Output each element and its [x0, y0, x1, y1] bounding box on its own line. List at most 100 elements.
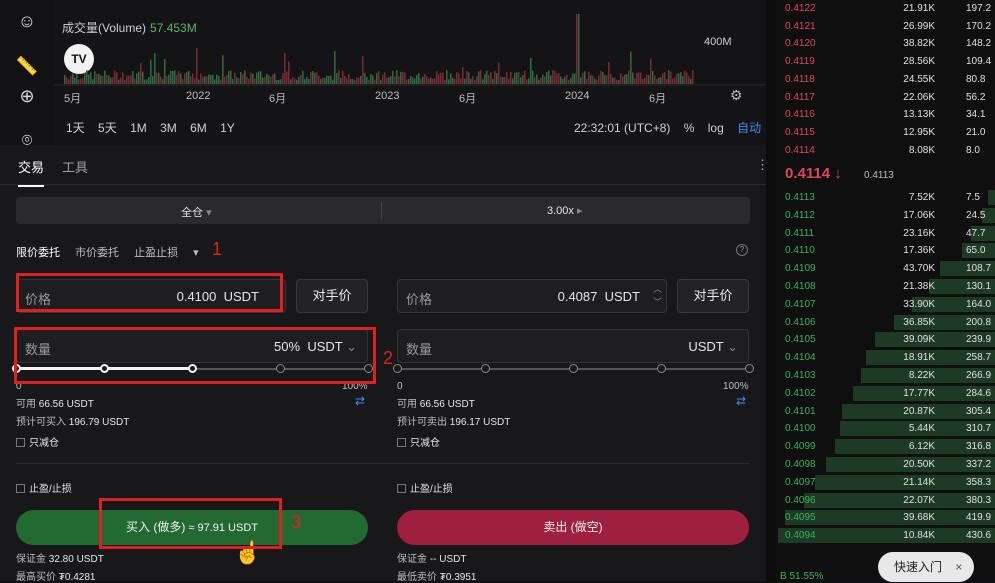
ask-row[interactable]: 0.4122 21.91K 197.2 — [776, 0, 995, 18]
volume-bar — [214, 79, 216, 84]
tab-market-order[interactable]: 市价委托 — [75, 247, 119, 259]
volume-bar — [154, 53, 156, 84]
bid-row[interactable]: 0.4103 8.22K 266.9 — [776, 367, 995, 385]
bid-size: 21.14K — [903, 476, 935, 488]
leverage-select[interactable]: 3.00x ▸ — [547, 204, 583, 217]
volume-bar — [674, 77, 676, 84]
ask-row[interactable]: 0.4119 28.56K 109.4 — [776, 53, 995, 71]
zoom-in-icon[interactable]: ⊕ — [15, 84, 39, 108]
bid-row[interactable]: 0.4108 21.38K 130.1 — [776, 278, 995, 296]
volume-bar — [318, 75, 320, 84]
bid-row[interactable]: 0.4099 6.12K 316.8 — [776, 438, 995, 456]
tf-5d[interactable]: 5天 — [98, 121, 117, 135]
sell-reduce-only-checkbox[interactable]: 只减仓 — [397, 434, 440, 449]
ask-price: 0.4118 — [785, 73, 815, 85]
transfer-icon[interactable]: ⇄ — [736, 394, 746, 408]
percent-toggle[interactable]: % — [684, 121, 695, 135]
volume-bar — [200, 73, 202, 84]
buy-counter-price-button[interactable]: 对手价 — [296, 279, 368, 313]
quick-start-tooltip[interactable]: 快速入门 × — [878, 552, 974, 582]
bid-row[interactable]: 0.4113 7.52K 7.5 — [776, 189, 995, 207]
sell-quantity-field[interactable]: 数量 USDT ⌄ — [397, 329, 749, 363]
bid-row[interactable]: 0.4112 17.06K 24.5 — [776, 207, 995, 225]
stepper-icon[interactable]: ︿ ﹀ — [653, 283, 662, 309]
bid-price: 0.4112 — [785, 209, 815, 221]
volume-bar — [378, 71, 380, 84]
bid-row[interactable]: 0.4095 39.68K 419.9 — [776, 509, 995, 527]
bid-row[interactable]: 0.4109 43.70K 108.7 — [776, 260, 995, 278]
tf-1m[interactable]: 1M — [130, 121, 147, 135]
buy-reduce-only-checkbox[interactable]: 只减仓 — [16, 434, 59, 449]
transfer-icon[interactable]: ⇄ — [355, 394, 365, 408]
ask-row[interactable]: 0.4121 26.99K 170.2 — [776, 18, 995, 36]
bid-row[interactable]: 0.4097 21.14K 358.3 — [776, 474, 995, 492]
smiley-icon[interactable]: ☺ — [15, 9, 39, 33]
auto-toggle[interactable]: 自动 — [737, 121, 761, 135]
volume-bar — [530, 57, 532, 84]
bid-row[interactable]: 0.4096 22.07K 380.3 — [776, 492, 995, 510]
volume-bar — [270, 76, 272, 84]
tf-1y[interactable]: 1Y — [220, 121, 235, 135]
bid-total: 24.5 — [966, 209, 986, 221]
bid-total: 358.3 — [966, 476, 992, 488]
ask-row[interactable]: 0.4118 24.55K 80.8 — [776, 71, 995, 89]
bid-row[interactable]: 0.4107 33.90K 164.0 — [776, 296, 995, 314]
slider-step — [745, 364, 754, 373]
more-icon[interactable]: ⋮ — [756, 157, 769, 173]
tab-tpsl-order[interactable]: 止盈止损 ▾ — [134, 247, 199, 259]
volume-bar — [394, 76, 396, 84]
volume-bar — [580, 77, 582, 84]
ask-row[interactable]: 0.4114 8.08K 8.0 — [776, 142, 995, 160]
tab-tools[interactable]: 工具 — [62, 157, 88, 176]
bid-row[interactable]: 0.4105 39.09K 239.9 — [776, 331, 995, 349]
tab-limit-order[interactable]: 限价委托 — [16, 247, 60, 259]
buy-tpsl-checkbox[interactable]: 止盈/止损 — [16, 480, 72, 495]
tf-3m[interactable]: 3M — [160, 121, 177, 135]
margin-mode-select[interactable]: 全仓 ▾ — [181, 204, 212, 220]
bid-price: 0.4104 — [785, 352, 816, 364]
sell-quantity-slider[interactable] — [393, 364, 754, 374]
help-icon[interactable]: ? — [736, 244, 748, 256]
ask-total: 8.0 — [966, 144, 980, 156]
tf-1d[interactable]: 1天 — [66, 121, 85, 135]
bid-size: 5.44K — [908, 423, 935, 435]
ask-row[interactable]: 0.4115 12.95K 21.0 — [776, 124, 995, 142]
volume-bar — [608, 61, 610, 84]
ask-row[interactable]: 0.4120 38.82K 148.2 — [776, 35, 995, 53]
last-price: 0.4114 ↓ 0.4113 — [776, 163, 995, 185]
bid-row[interactable]: 0.4102 17.77K 284.6 — [776, 385, 995, 403]
ask-total: 56.2 — [966, 91, 986, 103]
bid-row[interactable]: 0.4111 23.16K 47.7 — [776, 225, 995, 243]
sell-counter-price-button[interactable]: 对手价 — [677, 279, 749, 313]
bid-price: 0.4110 — [785, 245, 815, 257]
bid-row[interactable]: 0.4110 17.36K 65.0 — [776, 242, 995, 260]
bid-row[interactable]: 0.4100 5.44K 310.7 — [776, 420, 995, 438]
bid-size: 21.38K — [903, 281, 935, 292]
ruler-icon[interactable]: 📏 — [15, 54, 39, 78]
sell-price-field[interactable]: 价格 0.4087 USDT ︿ ﹀ — [397, 279, 667, 313]
volume-bar — [276, 79, 278, 84]
price-chart[interactable]: 成交量(Volume) 57.453M TV 400M 5月 2022 6月 20… — [54, 0, 766, 145]
trade-tabs: 交易 工具 ⋮ — [0, 145, 769, 187]
bid-row[interactable]: 0.4101 20.87K 305.4 — [776, 403, 995, 421]
ask-row[interactable]: 0.4117 22.06K 56.2 — [776, 89, 995, 107]
tf-6m[interactable]: 6M — [190, 121, 207, 135]
sell-tpsl-checkbox[interactable]: 止盈/止损 — [397, 480, 453, 495]
volume-bar — [350, 79, 352, 84]
bid-row[interactable]: 0.4094 10.84K 430.6 — [776, 527, 995, 545]
ask-row[interactable]: 0.4116 13.13K 34.1 — [776, 106, 995, 124]
bid-size: 6.12K — [908, 441, 935, 453]
settings-icon[interactable]: ⚙ — [730, 87, 743, 104]
bid-row[interactable]: 0.4098 20.50K 337.2 — [776, 456, 995, 474]
volume-bar — [290, 79, 292, 84]
volume-bar — [282, 73, 284, 84]
volume-bar — [636, 73, 638, 84]
ask-size: 22.06K — [903, 91, 935, 103]
close-icon[interactable]: × — [955, 560, 962, 574]
bid-row[interactable]: 0.4106 36.85K 200.8 — [776, 314, 995, 332]
tab-trade[interactable]: 交易 — [18, 157, 45, 187]
bid-row[interactable]: 0.4104 18.91K 258.7 — [776, 349, 995, 367]
sell-short-button[interactable]: 卖出 (做空) — [397, 510, 749, 545]
log-toggle[interactable]: log — [708, 121, 724, 135]
separator — [381, 202, 382, 219]
